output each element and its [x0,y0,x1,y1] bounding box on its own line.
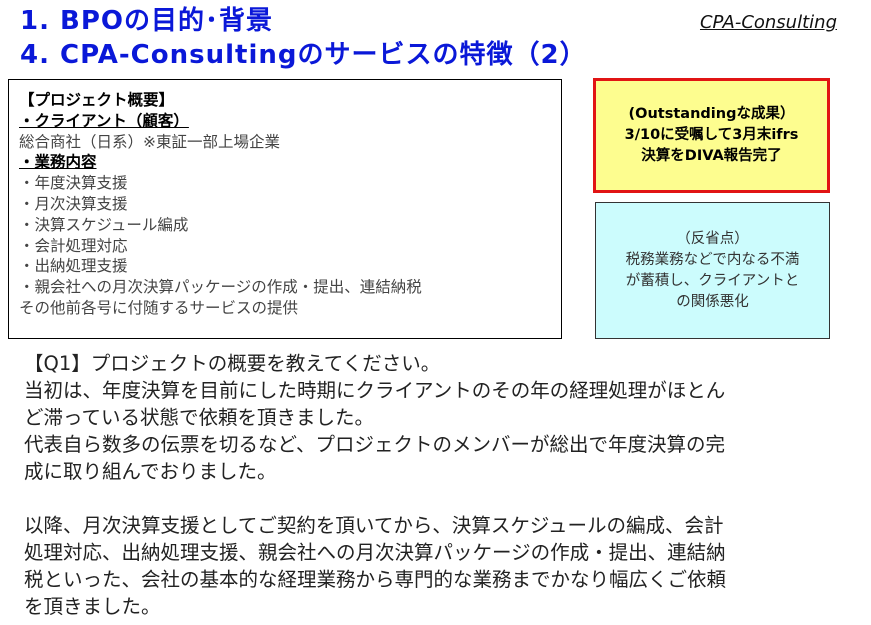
project-overview-box: 【プロジェクト概要】 ・クライアント（顧客） 総合商社（日系）※東証一部上場企業… [8,79,562,339]
business-label: ・業務内容 [19,153,97,172]
overview-heading: 【プロジェクト概要】 [19,91,175,109]
qa-section: 【Q1】プロジェクトの概要を教えてください。 当初は、年度決算を目前にした時期に… [24,350,859,620]
brand-label: CPA-Consulting [699,12,837,33]
answer-line: 税といった、会社の基本的な経理業務から専門的な業務までかなり幅広くご依頼 [24,568,727,591]
client-value: 総合商社（日系）※東証一部上場企業 [19,132,280,151]
reflection-line: 税務業務などで内なる不満 [625,251,800,268]
business-item: ・親会社への月次決算パッケージの作成・提出、連結納税 [19,278,422,297]
answer-line: 当初は、年度決算を目前にした時期にクライアントのその年の経理処理がほとん [24,379,726,402]
business-item: ・会計処理対応 [19,236,128,255]
slide-title-section: 1. BPOの目的･背景 [20,6,273,36]
reflection-line: （反省点） [676,230,749,247]
answer-line: 成に取り組んでおりました。 [24,460,277,483]
business-item: ・月次決算支援 [19,194,128,213]
answer-line: ど滞っている状態で依頼を頂きました。 [24,406,375,429]
reflection-callout: （反省点） 税務業務などで内なる不満 が蓄積し、クライアントと の関係悪化 [595,202,830,339]
answer-line: を頂きました。 [24,595,161,618]
outstanding-line: 3/10に受嘱して3月末ifrs [624,127,799,143]
answer-line: 以降、月次決算支援としてご契約を頂いてから、決算スケジュールの編成、会計 [24,514,724,537]
business-item: ・決算スケジュール編成 [19,215,189,234]
reflection-line: の関係悪化 [676,293,749,310]
business-item: ・出納処理支援 [19,257,128,276]
outstanding-result-callout: (Outstandingな成果） 3/10に受嘱して3月末ifrs 決算をDIV… [593,78,830,193]
answer-line: 処理対応、出納処理支援、親会社への月次決算パッケージの作成・提出、連結納 [24,541,726,564]
business-item: その他前各号に付随するサービスの提供 [19,298,299,317]
slide-title-subsection: 4. CPA-Consultingのサービスの特徴（2） [20,40,587,70]
client-label: ・クライアント（顧客） [19,111,189,130]
question-heading: 【Q1】プロジェクトの概要を教えてください。 [24,352,441,375]
outstanding-line: 決算をDIVA報告完了 [641,148,782,164]
reflection-line: が蓄積し、クライアントと [625,272,800,289]
outstanding-line: (Outstandingな成果） [628,106,795,122]
business-item: ・年度決算支援 [19,174,128,193]
answer-line: 代表自ら数多の伝票を切るなど、プロジェクトのメンバーが総出で年度決算の完 [24,433,726,456]
